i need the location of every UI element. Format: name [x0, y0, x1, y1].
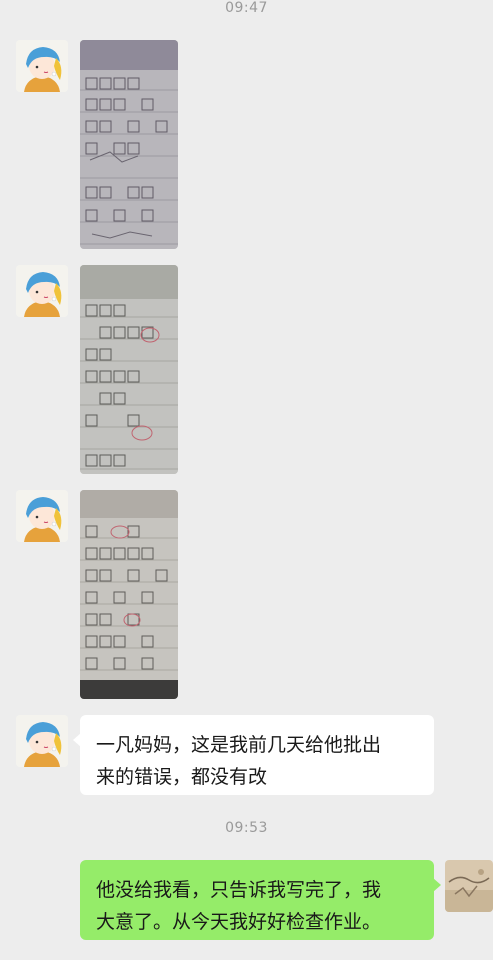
message-text-line: 一凡妈妈，这是我前几天给他批出 [96, 734, 382, 756]
homework-photo-1[interactable] [80, 40, 178, 249]
homework-photo-2[interactable] [80, 265, 178, 474]
outgoing-text-message[interactable]: 他没给我看，只告诉我写完了，我 大意了。从今天我好好检查作业。 [80, 860, 441, 940]
chat-window: 09:47 一凡妈妈，这是我前几天给他批出 来的错误，都没有改 09:53 他没… [0, 0, 493, 960]
message-timestamp: 09:47 [225, 0, 268, 16]
homework-photo-3[interactable] [80, 490, 178, 699]
teacher-avatar[interactable] [16, 715, 68, 767]
parent-photo-avatar-icon [445, 860, 493, 912]
cartoon-girl-avatar-icon [16, 490, 68, 542]
cartoon-girl-avatar-icon [16, 40, 68, 92]
teacher-avatar[interactable] [16, 265, 68, 317]
cartoon-girl-avatar-icon [16, 715, 68, 767]
parent-avatar[interactable] [445, 860, 493, 912]
message-text-line: 来的错误，都没有改 [96, 766, 268, 788]
teacher-avatar[interactable] [16, 490, 68, 542]
message-timestamp: 09:53 [225, 820, 268, 836]
homework-page-image [80, 40, 178, 249]
homework-page-image [80, 265, 178, 474]
message-text-line: 大意了。从今天我好好检查作业。 [96, 911, 382, 933]
cartoon-girl-avatar-icon [16, 265, 68, 317]
homework-page-image [80, 490, 178, 699]
incoming-text-message[interactable]: 一凡妈妈，这是我前几天给他批出 来的错误，都没有改 [73, 715, 434, 795]
teacher-avatar[interactable] [16, 40, 68, 92]
message-text-line: 他没给我看，只告诉我写完了，我 [96, 879, 382, 901]
